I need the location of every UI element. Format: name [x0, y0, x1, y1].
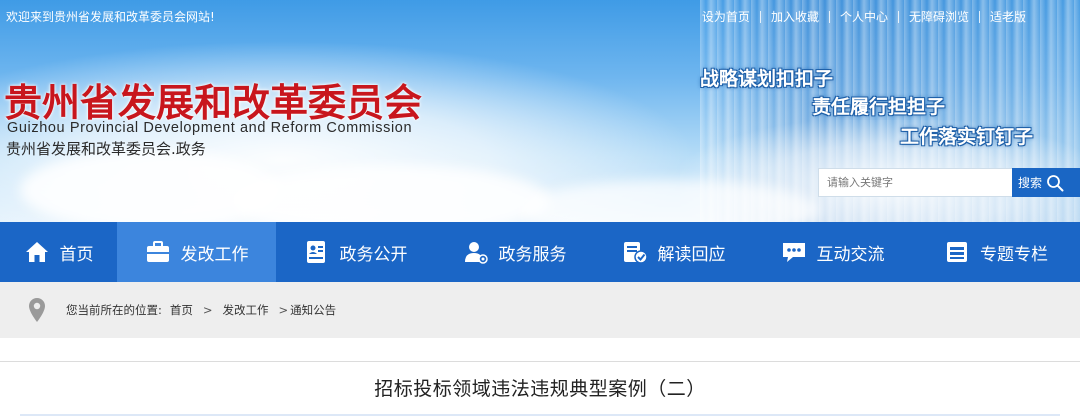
search-bar: 搜索: [818, 168, 1080, 197]
add-favorite-link[interactable]: 加入收藏: [761, 8, 829, 25]
site-subtitle: 贵州省发展和改革委员会.政务: [6, 140, 206, 158]
nav-label: 互动交流: [816, 244, 885, 265]
nav-label: 专题专栏: [980, 244, 1048, 265]
breadcrumb-area: 您当前所在的位置: 首页 > 发改工作 > 通知公告: [0, 282, 1080, 338]
briefcase-icon: [146, 241, 169, 262]
search-button-label: 搜索: [1018, 176, 1043, 190]
nav-label: 首页: [59, 244, 94, 265]
breadcrumb-prefix: 您当前所在的位置:: [66, 303, 162, 317]
nav-item-interaction[interactable]: 互动交流: [753, 222, 912, 282]
user-service-icon: [464, 242, 488, 264]
breadcrumb: 您当前所在的位置: 首页 > 发改工作 > 通知公告: [28, 296, 336, 324]
search-button[interactable]: 搜索: [1012, 168, 1080, 197]
content-divider: [0, 361, 1080, 362]
welcome-text: 欢迎来到贵州省发展和改革委员会网站!: [6, 10, 215, 24]
slogan-2: 责任履行担担子: [812, 96, 946, 118]
home-icon: [25, 242, 48, 262]
nav-label: 政务公开: [339, 244, 408, 265]
nav-label: 发改工作: [180, 244, 249, 265]
nav-item-interpretation[interactable]: 解读回应: [594, 222, 753, 282]
site-title: 贵州省发展和改革委员会: [4, 81, 423, 125]
title-underline: [20, 414, 1060, 416]
location-pin-icon: [29, 298, 45, 322]
nav-item-disclosure[interactable]: 政务公开: [276, 222, 435, 282]
slogan-3: 工作落实钉钉子: [900, 126, 1034, 148]
set-homepage-link[interactable]: 设为首页: [692, 8, 760, 25]
nav-item-special[interactable]: 专题专栏: [912, 222, 1080, 282]
breadcrumb-separator: >: [202, 303, 213, 317]
nav-item-service[interactable]: 政务服务: [435, 222, 594, 282]
slogan-1: 战略谋划扣扣子: [700, 68, 834, 90]
header-banner: 欢迎来到贵州省发展和改革委员会网站! 设为首页 加入收藏 个人中心 无障碍浏览 …: [0, 0, 1080, 222]
search-input[interactable]: [818, 168, 1012, 197]
personal-center-link[interactable]: 个人中心: [830, 8, 898, 25]
nav-item-home[interactable]: 首页: [0, 222, 117, 282]
search-icon: [1047, 174, 1064, 191]
nav-label: 政务服务: [498, 244, 567, 265]
chat-bubble-icon: [782, 243, 805, 262]
accessibility-link[interactable]: 无障碍浏览: [899, 8, 979, 25]
nav-label: 解读回应: [657, 244, 726, 265]
id-card-icon: [306, 241, 325, 263]
site-title-english: Guizhou Provincial Development and Refor…: [7, 120, 413, 136]
document-check-icon: [623, 242, 648, 264]
top-links: 设为首页 加入收藏 个人中心 无障碍浏览 适老版: [692, 8, 1036, 25]
window-icon: [947, 242, 967, 262]
nav-item-work[interactable]: 发改工作: [117, 222, 276, 282]
article-title: 招标投标领域违法违规典型案例（二）: [374, 378, 706, 400]
breadcrumb-notices[interactable]: 通知公告: [290, 302, 336, 318]
breadcrumb-work[interactable]: 发改工作: [223, 302, 269, 318]
breadcrumb-separator: >: [278, 303, 289, 317]
breadcrumb-home[interactable]: 首页: [170, 302, 193, 318]
main-nav: 首页 发改工作 政务公开 政务服务 解读回应 互动交流 专题专栏: [0, 222, 1080, 282]
elderly-mode-link[interactable]: 适老版: [980, 8, 1036, 25]
